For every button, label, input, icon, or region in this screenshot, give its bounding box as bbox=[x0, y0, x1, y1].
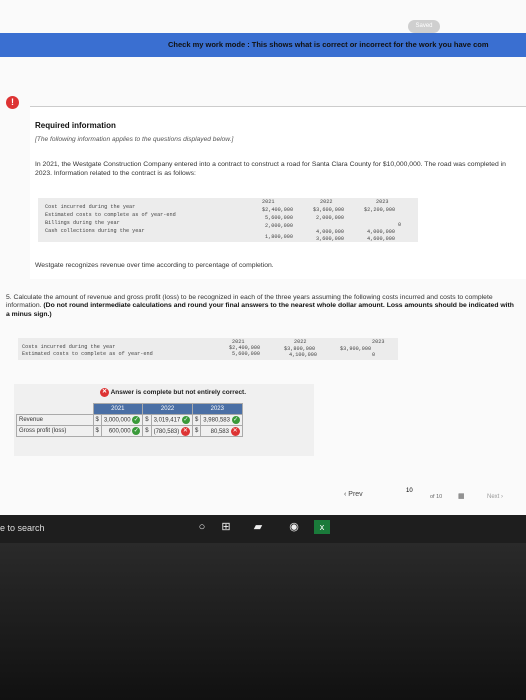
store-icon[interactable]: ▰ bbox=[250, 518, 266, 536]
question-row-label: Estimated costs to complete as of year-e… bbox=[22, 351, 153, 357]
excel-icon[interactable]: x bbox=[314, 520, 330, 534]
currency-sign: $ bbox=[92, 425, 102, 437]
contract-row-label: Billings during the year bbox=[45, 220, 120, 226]
revenue-2021-field[interactable]: 3,000,000 ✓ bbox=[100, 414, 144, 426]
question-text: 5. Calculate the amount of revenue and g… bbox=[6, 294, 518, 319]
alert-icon: ! bbox=[6, 96, 19, 109]
contract-cell: 4,000,000 bbox=[316, 229, 345, 235]
grid-icon[interactable]: ▦ bbox=[458, 492, 465, 500]
question-cell: $3,900,000 bbox=[340, 346, 372, 352]
task-view-icon[interactable]: ⊞ bbox=[218, 518, 234, 536]
contract-row-label: Cost incurred during the year bbox=[45, 204, 136, 210]
answer-year: 2022 bbox=[142, 403, 193, 415]
contract-cell: 2,000,000 bbox=[265, 223, 294, 229]
contract-year: 2021 bbox=[262, 199, 275, 205]
currency-sign: $ bbox=[142, 425, 152, 437]
gross-profit-2022-field[interactable]: (780,583) ✕ bbox=[150, 425, 193, 437]
contract-row-label: Estimated costs to complete as of year-e… bbox=[45, 212, 176, 218]
contract-cell: $3,600,000 bbox=[313, 207, 345, 213]
prev-button[interactable]: ‹ Prev bbox=[344, 491, 363, 498]
answer-row-label: Gross profit (loss) bbox=[16, 425, 94, 437]
correct-icon: ✓ bbox=[181, 416, 190, 424]
contract-year: 2023 bbox=[376, 199, 389, 205]
banner-title: Check my work mode : This shows what is … bbox=[168, 40, 489, 49]
currency-sign: $ bbox=[92, 414, 102, 426]
saved-indicator: Saved bbox=[408, 20, 440, 33]
contract-cell: 1,800,000 bbox=[265, 234, 294, 240]
incorrect-icon: ✕ bbox=[180, 426, 190, 436]
required-subheading: [The following information applies to th… bbox=[35, 136, 234, 143]
required-intro: In 2021, the Westgate Construction Compa… bbox=[35, 161, 506, 177]
currency-sign: $ bbox=[142, 414, 152, 426]
question-row-label: Costs incurred during the year bbox=[22, 344, 116, 350]
question-instructions: (Do not round intermediate calculations … bbox=[6, 302, 514, 318]
next-button[interactable]: Next › bbox=[487, 494, 503, 500]
answer-status: ✕ Answer is complete but not entirely co… bbox=[100, 388, 246, 397]
answer-table: 2021 2022 2023 Revenue $ 3,000,000 ✓ $ 3… bbox=[16, 403, 243, 437]
answer-year: 2021 bbox=[92, 403, 144, 415]
incorrect-icon: ✕ bbox=[230, 426, 240, 436]
revenue-2022-field[interactable]: 3,019,417 ✓ bbox=[150, 414, 193, 426]
required-info-card bbox=[30, 106, 526, 279]
contract-cell: $2,200,000 bbox=[364, 207, 396, 213]
taskbar-search[interactable]: e to search bbox=[0, 523, 45, 533]
contract-cell: 2,000,000 bbox=[316, 215, 345, 221]
page-indicator[interactable]: 10 bbox=[406, 488, 413, 494]
currency-sign: $ bbox=[191, 425, 202, 437]
answer-header-row: 2021 2022 2023 bbox=[16, 403, 243, 415]
contract-cell: 5,600,000 bbox=[265, 215, 294, 221]
correct-icon: ✓ bbox=[231, 416, 240, 424]
contract-cell: 3,600,000 bbox=[316, 236, 345, 242]
question-cell: 5,600,000 bbox=[232, 351, 261, 357]
correct-icon: ✓ bbox=[132, 427, 141, 435]
contract-cell: 4,000,000 bbox=[367, 229, 396, 235]
chrome-icon[interactable]: ◉ bbox=[286, 518, 302, 536]
answer-row-label: Revenue bbox=[16, 414, 94, 426]
incorrect-icon: ✕ bbox=[100, 388, 109, 397]
question-cell: 0 bbox=[372, 352, 376, 358]
answer-row-revenue: Revenue $ 3,000,000 ✓ $ 3,019,417 ✓ $ 3,… bbox=[16, 414, 243, 426]
question-year: 2022 bbox=[294, 339, 307, 345]
contract-year: 2022 bbox=[320, 199, 333, 205]
contract-row-label: Cash collections during the year bbox=[45, 228, 145, 234]
correct-icon: ✓ bbox=[132, 416, 141, 424]
question-cell: 4,100,000 bbox=[289, 352, 318, 358]
gross-profit-2021-field[interactable]: 600,000 ✓ bbox=[100, 425, 144, 437]
recognition-text: Westgate recognizes revenue over time ac… bbox=[35, 262, 274, 269]
required-heading: Required information bbox=[35, 121, 116, 130]
contract-cell: $2,400,000 bbox=[262, 207, 294, 213]
cortana-icon[interactable]: ○ bbox=[194, 518, 210, 536]
contract-cell: 4,600,000 bbox=[367, 236, 396, 242]
currency-sign: $ bbox=[191, 414, 202, 426]
revenue-2023-field[interactable]: 3,980,583 ✓ bbox=[200, 414, 243, 426]
question-year: 2023 bbox=[372, 339, 385, 345]
gross-profit-2023-field[interactable]: 80,583 ✕ bbox=[200, 425, 243, 437]
laptop-body bbox=[0, 543, 526, 700]
page-total: of 10 bbox=[430, 494, 443, 500]
contract-cell: 0 bbox=[398, 222, 402, 228]
answer-status-text: Answer is complete but not entirely corr… bbox=[110, 389, 247, 397]
answer-year: 2023 bbox=[191, 403, 243, 415]
answer-row-gross-profit: Gross profit (loss) $ 600,000 ✓ $ (780,5… bbox=[16, 425, 243, 437]
